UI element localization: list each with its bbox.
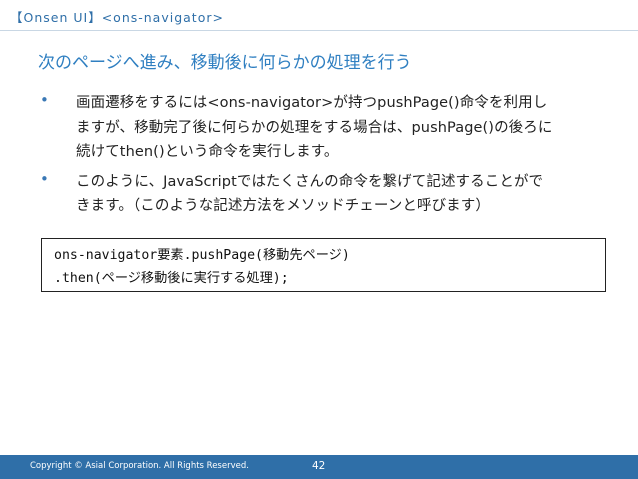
- code-line-1: ons-navigator要素.pushPage(移動先ページ): [54, 248, 350, 263]
- header-bar: 【Onsen UI】<ons-navigator>: [0, 0, 638, 31]
- bullet-2-line-1: このように、JavaScriptではたくさんの命令を繋げて記述することがで: [76, 174, 544, 190]
- copyright-text: Copyright © Asial Corporation. All Right…: [30, 461, 249, 471]
- bullet-2-line-2: きます。（このような記述方法をメソッドチェーンと呼びます）: [76, 198, 490, 214]
- footer-bar: Copyright © Asial Corporation. All Right…: [0, 455, 638, 479]
- code-line-2: .then(ページ移動後に実行する処理);: [54, 271, 289, 286]
- bullet-marker: •: [40, 91, 49, 109]
- slide-title: 次のページへ進み、移動後に何らかの処理を行う: [38, 53, 412, 73]
- bullet-1-line-3: 続けてthen()という命令を実行します。: [76, 144, 339, 160]
- code-block: ons-navigator要素.pushPage(移動先ページ) .then(ペ…: [41, 238, 606, 292]
- bullet-marker: •: [40, 170, 49, 188]
- page-number: 42: [312, 460, 326, 472]
- bullet-1-line-1: 画面遷移をするには<ons-navigator>が持つpushPage()命令を…: [76, 95, 548, 111]
- breadcrumb: 【Onsen UI】<ons-navigator>: [10, 10, 224, 25]
- bullet-1-line-2: ますが、移動完了後に何らかの処理をする場合は、pushPage()の後ろに: [76, 120, 553, 136]
